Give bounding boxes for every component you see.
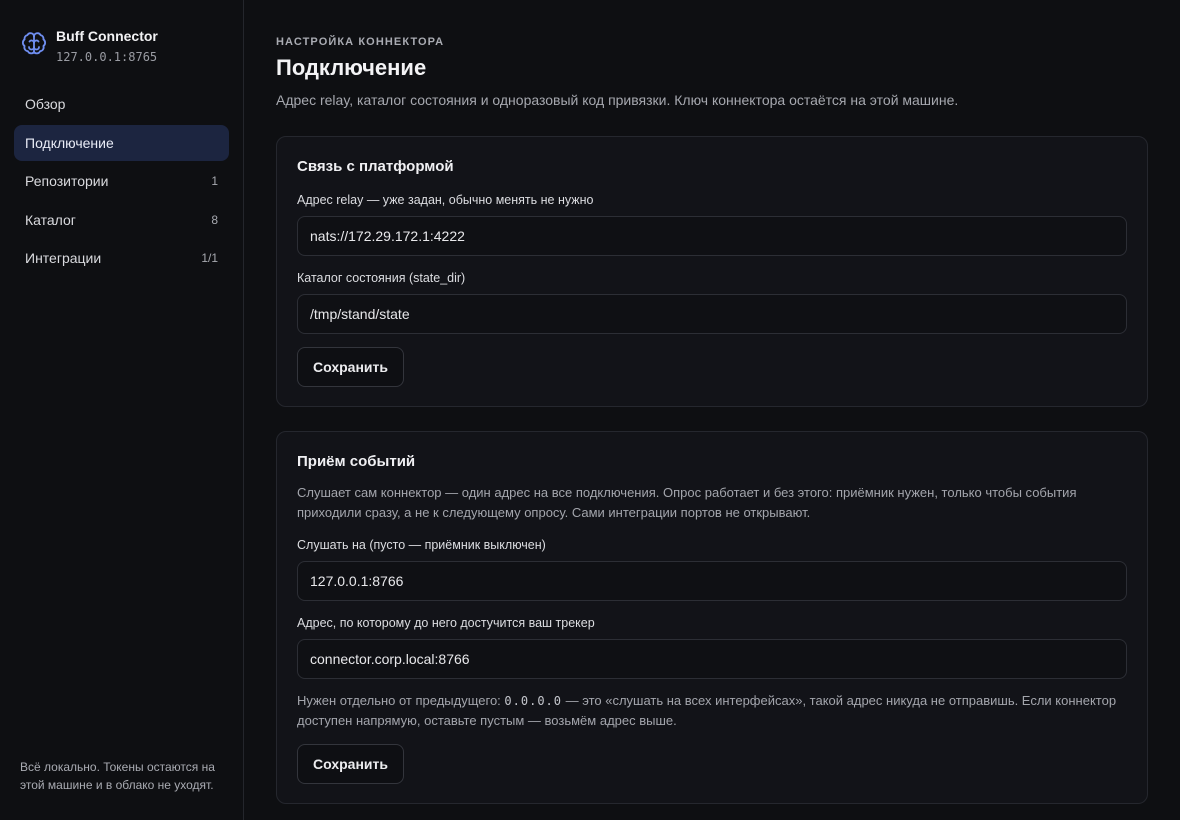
hint-text-before: Нужен отдельно от предыдущего: <box>297 693 505 708</box>
card-title: Связь с платформой <box>297 158 454 175</box>
brand-title: Buff Connector <box>56 28 158 44</box>
brain-icon <box>22 32 46 55</box>
card-title: Приём событий <box>297 453 416 470</box>
save-platform-button[interactable]: Сохранить <box>297 347 404 387</box>
app-root: Buff Connector 127.0.0.1:8765 Обзор Подк… <box>0 0 1180 820</box>
hint-code: 0.0.0.0 <box>504 694 562 708</box>
public-address-hint: Нужен отдельно от предыдущего: 0.0.0.0 —… <box>297 691 1127 731</box>
relay-address-label: Адрес relay — уже задан, обычно менять н… <box>297 193 594 207</box>
sidebar-item-label: Репозитории <box>25 173 109 190</box>
event-receiver-card: Приём событий Слушает сам коннектор — од… <box>276 431 1148 804</box>
event-receiver-description: Слушает сам коннектор — один адрес на вс… <box>297 485 1077 520</box>
platform-connection-card: Связь с платформой Адрес relay — уже зад… <box>276 136 1148 407</box>
page-title: Подключение <box>276 55 427 80</box>
public-address-input[interactable] <box>297 639 1127 679</box>
listen-address-label: Слушать на (пусто — приёмник выключен) <box>297 538 546 552</box>
public-address-label: Адрес, по которому до него достучится ва… <box>297 616 595 630</box>
state-dir-label: Каталог состояния (state_dir) <box>297 271 466 285</box>
brand-address: 127.0.0.1:8765 <box>56 50 158 64</box>
sidebar-item-label: Обзор <box>25 96 66 112</box>
sidebar-item-label: Интеграции <box>25 250 102 267</box>
save-events-button[interactable]: Сохранить <box>297 744 404 784</box>
sidebar-item-integrations[interactable]: Интеграции 1/1 <box>14 240 229 276</box>
brand: Buff Connector 127.0.0.1:8765 <box>14 28 229 64</box>
brand-text: Buff Connector 127.0.0.1:8765 <box>56 28 158 64</box>
sidebar-item-label: Каталог <box>25 211 76 228</box>
sidebar-item-connection[interactable]: Подключение <box>14 124 229 161</box>
relay-address-input[interactable] <box>297 216 1127 256</box>
sidebar-item-count: 1/1 <box>201 251 218 266</box>
sidebar-item-catalog[interactable]: Каталог 8 <box>14 202 229 238</box>
sidebar-footer-note: Всё локально. Токены остаются на этой ма… <box>20 760 215 792</box>
sidebar-item-count: 8 <box>211 212 218 227</box>
sidebar-item-label: Подключение <box>25 134 114 151</box>
listen-address-input[interactable] <box>297 561 1127 601</box>
sidebar-nav: Обзор Подключение Репозитории 1 Каталог … <box>14 86 229 276</box>
state-dir-input[interactable] <box>297 294 1127 334</box>
sidebar-item-overview[interactable]: Обзор <box>14 86 229 122</box>
page-eyebrow: НАСТРОЙКА КОННЕКТОРА <box>276 36 445 48</box>
sidebar-item-count: 1 <box>211 174 218 189</box>
sidebar: Buff Connector 127.0.0.1:8765 Обзор Подк… <box>0 0 244 820</box>
main-content: НАСТРОЙКА КОННЕКТОРА Подключение Адрес r… <box>244 0 1180 820</box>
sidebar-item-repositories[interactable]: Репозитории 1 <box>14 163 229 199</box>
page-description: Адрес relay, каталог состояния и однораз… <box>276 92 959 108</box>
